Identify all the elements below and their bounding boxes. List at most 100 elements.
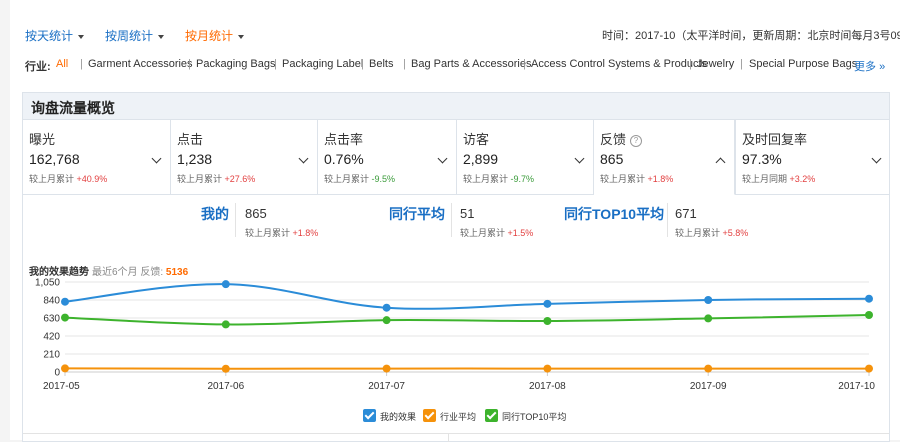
metric-value: 865 bbox=[600, 151, 623, 167]
metric-card-clicks[interactable]: 点击 1,238 较上月累计 +27.6% bbox=[171, 120, 318, 194]
metric-card-ctr[interactable]: 点击率 0.76% 较上月累计 -9.5% bbox=[318, 120, 457, 194]
metric-card-visitors[interactable]: 访客 2,899 较上月累计 -9.7% bbox=[457, 120, 594, 194]
metric-compare: 较上月累计 -9.7% bbox=[463, 172, 534, 185]
tab-monthly-stats[interactable]: 按月统计 bbox=[185, 27, 244, 44]
data-point bbox=[383, 316, 391, 324]
chevron-down-icon bbox=[299, 154, 309, 164]
industry-item-packaging-bags[interactable]: Packaging Bags bbox=[196, 58, 276, 70]
bottom-divider-vertical bbox=[448, 434, 449, 442]
divider bbox=[451, 203, 452, 237]
metric-name: 点击率 bbox=[324, 129, 363, 148]
tab-label: 按周统计 bbox=[105, 29, 153, 43]
chevron-down-icon bbox=[438, 154, 448, 164]
compare-label: 较上月累计 bbox=[675, 228, 720, 238]
metric-name: 及时回复率 bbox=[742, 129, 807, 148]
metric-compare: 较上月累计 +27.6% bbox=[177, 172, 255, 185]
change-value: +40.9% bbox=[77, 174, 108, 184]
data-point bbox=[383, 304, 391, 312]
tab-daily-stats[interactable]: 按天统计 bbox=[25, 27, 84, 44]
caret-down-icon bbox=[78, 35, 84, 39]
industry-item-access-control[interactable]: Access Control Systems & Products bbox=[531, 58, 707, 70]
chevron-up-icon bbox=[716, 158, 726, 168]
metric-name: 反馈? bbox=[600, 129, 642, 148]
x-tick-label: 2017-05 bbox=[43, 381, 80, 392]
chevron-down-icon bbox=[575, 154, 585, 164]
tab-label: 按天统计 bbox=[25, 29, 73, 43]
question-circle-icon[interactable]: ? bbox=[630, 135, 642, 147]
separator: | bbox=[274, 58, 277, 70]
legend-label: 我的效果 bbox=[380, 410, 416, 423]
industry-item-special-purpose-bags[interactable]: Special Purpose Bags bbox=[749, 58, 857, 70]
compare-label: 较上月累计 bbox=[324, 174, 369, 184]
industry-item-jewelry[interactable]: Jewelry bbox=[697, 58, 734, 70]
more-industries-link[interactable]: 更多 » bbox=[854, 58, 885, 74]
separator: | bbox=[188, 58, 191, 70]
divider bbox=[235, 203, 236, 237]
checkbox-checked-icon bbox=[423, 409, 436, 422]
chevron-down-icon bbox=[872, 154, 882, 164]
y-tick-label: 1,050 bbox=[35, 278, 60, 289]
panel-header: 询盘流量概览 bbox=[23, 93, 889, 120]
separator: | bbox=[523, 58, 526, 70]
data-point bbox=[543, 317, 551, 325]
metric-card-feedback[interactable]: 反馈? 865 较上月累计 +1.8% bbox=[594, 120, 735, 195]
metric-name: 点击 bbox=[177, 129, 203, 148]
x-tick-label: 2017-09 bbox=[690, 381, 727, 392]
data-point bbox=[865, 295, 873, 303]
panel-title: 询盘流量概览 bbox=[31, 98, 115, 118]
data-point bbox=[543, 365, 551, 373]
compare-label: 较上月累计 bbox=[245, 228, 290, 238]
industry-item-garment-accessories[interactable]: Garment Accessories bbox=[88, 58, 193, 70]
industry-label: 行业: bbox=[25, 58, 51, 74]
x-tick-label: 2017-10 bbox=[838, 381, 875, 392]
x-tick-label: 2017-08 bbox=[529, 381, 566, 392]
data-point bbox=[865, 365, 873, 373]
metric-name: 曝光 bbox=[29, 129, 55, 148]
peer-avg-value: 51 bbox=[460, 206, 474, 221]
time-info: 时间：2017-10（太平洋时间，更新周期：北京时间每月3号09:00前） bbox=[602, 27, 900, 43]
industry-item-packaging-label[interactable]: Packaging Label bbox=[282, 58, 363, 70]
page: 按天统计 按周统计 按月统计 时间：2017-10（太平洋时间，更新周期：北京时… bbox=[10, 0, 900, 440]
chevron-double-down-icon: » bbox=[879, 61, 885, 73]
series-line bbox=[65, 284, 869, 309]
compare-label: 较上月累计 bbox=[177, 174, 222, 184]
data-point bbox=[704, 296, 712, 304]
compare-label: 较上月累计 bbox=[600, 174, 645, 184]
metric-card-impressions[interactable]: 曝光 162,768 较上月累计 +40.9% bbox=[23, 120, 171, 194]
change-value: +1.8% bbox=[648, 174, 674, 184]
metric-compare: 较上月累计 -9.5% bbox=[324, 172, 395, 185]
change-value: -9.5% bbox=[372, 174, 396, 184]
data-point bbox=[61, 314, 69, 322]
peer-top10-title: 同行TOP10平均 bbox=[564, 204, 664, 224]
separator: | bbox=[403, 58, 406, 70]
change-value: +1.8% bbox=[293, 228, 319, 238]
separator: | bbox=[80, 58, 83, 70]
data-point bbox=[383, 365, 391, 373]
industry-filter: 行业: All | Garment Accessories | Packagin… bbox=[10, 55, 900, 75]
checkbox-checked-icon bbox=[363, 409, 376, 422]
peer-avg-compare: 较上月累计 +1.5% bbox=[460, 226, 533, 239]
change-value: +3.2% bbox=[790, 174, 816, 184]
compare-label: 较上月累计 bbox=[29, 174, 74, 184]
metric-value: 2,899 bbox=[463, 151, 498, 167]
industry-item-all[interactable]: All bbox=[56, 58, 68, 70]
metric-value: 162,768 bbox=[29, 151, 80, 167]
caret-down-icon bbox=[238, 35, 244, 39]
industry-item-belts[interactable]: Belts bbox=[369, 58, 393, 70]
change-value: -9.7% bbox=[511, 174, 535, 184]
separator: | bbox=[740, 58, 743, 70]
compare-label: 较上月同期 bbox=[742, 174, 787, 184]
data-point bbox=[865, 311, 873, 319]
comparison-row: 我的 865 较上月累计 +1.8% 同行平均 51 较上月累计 +1.5% 同… bbox=[23, 195, 889, 241]
metric-compare: 较上月同期 +3.2% bbox=[742, 172, 815, 185]
tab-weekly-stats[interactable]: 按周统计 bbox=[105, 27, 164, 44]
legend-label: 行业平均 bbox=[440, 410, 476, 423]
top-bar: 按天统计 按周统计 按月统计 时间：2017-10（太平洋时间，更新周期：北京时… bbox=[10, 0, 900, 50]
metric-card-reply-rate[interactable]: 及时回复率 97.3% 较上月同期 +3.2% bbox=[735, 120, 890, 194]
mine-compare: 较上月累计 +1.8% bbox=[245, 226, 318, 239]
y-tick-label: 630 bbox=[43, 314, 60, 325]
x-tick-label: 2017-06 bbox=[207, 381, 244, 392]
separator: | bbox=[361, 58, 364, 70]
industry-item-bag-parts[interactable]: Bag Parts & Accessories bbox=[411, 58, 531, 70]
data-point bbox=[222, 320, 230, 328]
